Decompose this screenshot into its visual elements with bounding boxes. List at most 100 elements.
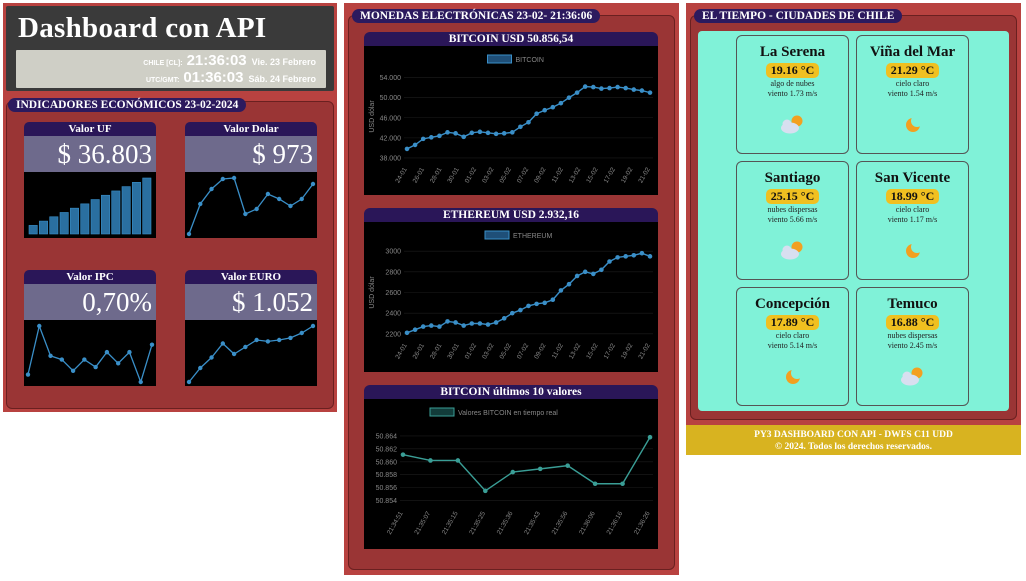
moon-icon	[857, 238, 968, 262]
uf-card: Valor UF $ 36.803	[24, 122, 156, 238]
chart-series-line	[406, 252, 651, 334]
city-card-santiago: Santiago 25.15 °C nubes dispersas viento…	[736, 161, 849, 280]
utc-clock: UTC/GMT: 01:36:03 Sáb. 24 Febrero	[146, 69, 316, 86]
chart-point	[477, 321, 483, 326]
chart-bar	[121, 186, 131, 235]
chart-bar	[142, 177, 152, 235]
x-tick-label: 28-01	[429, 166, 444, 184]
x-tick-label: 19-02	[620, 166, 635, 184]
chart-point	[510, 469, 516, 475]
y-tick-label: 42.000	[380, 135, 402, 142]
y-tick-label: 50.856	[376, 485, 398, 492]
y-tick-label: 2200	[385, 331, 401, 338]
footer: PY3 DASHBOARD CON API - DWFS C11 UDD © 2…	[686, 425, 1021, 455]
x-tick-label: 15-02	[585, 166, 600, 184]
chart-point	[243, 344, 248, 350]
moon-glyph	[905, 241, 923, 258]
x-tick-label: 21:35:07	[413, 510, 432, 536]
chart-point	[558, 288, 564, 293]
x-tick-label: 19-02	[620, 342, 635, 360]
chart-point	[599, 86, 604, 91]
chart-point	[461, 323, 466, 328]
x-tick-label: 21:35:56	[551, 510, 570, 536]
x-tick-label: 05-02	[499, 342, 514, 360]
city-desc: cielo claro	[895, 205, 930, 214]
weather-title: EL TIEMPO - CIUDADES DE CHILE	[694, 9, 903, 23]
y-tick-label: 38.000	[380, 155, 402, 162]
city-wind: viento 1.17 m/s	[887, 215, 938, 224]
chart-point	[428, 458, 433, 463]
chart-bar	[39, 220, 48, 235]
bitcoin-realtime-chart-svg: Valores BITCOIN en tiempo real 50.864 50.8…	[376, 407, 653, 536]
chart-point	[209, 355, 214, 360]
chart-point	[412, 327, 418, 332]
moon-cutout	[910, 241, 923, 253]
chart-bar	[28, 225, 38, 235]
city-name: Concepción	[755, 296, 830, 312]
chart-point	[518, 307, 523, 313]
dashboard-header: Dashboard con API CHILE [CL]: 21:36:03 V…	[6, 6, 334, 91]
x-tick-label: 13-02	[568, 166, 583, 184]
x-tick-label: 21:35:15	[441, 510, 460, 536]
chart-point	[591, 271, 596, 277]
cloud-sun-icon	[857, 364, 968, 388]
chart-point	[59, 357, 65, 362]
chart-legend: BITCOIN	[487, 54, 544, 64]
chart-point	[138, 379, 143, 385]
chart-point	[404, 330, 410, 336]
chart-point	[477, 129, 483, 135]
chile-clock: CHILE [CL]: 21:36:03 Vie. 23 Febrero	[143, 52, 316, 69]
chart-point	[265, 339, 271, 344]
chart-point	[534, 111, 539, 117]
chart-point	[647, 90, 653, 95]
moon-icon	[857, 112, 968, 136]
ipc-card: Valor IPC 0,70%	[24, 270, 156, 386]
chart-point	[231, 175, 237, 181]
bitcoin-chart-title: BITCOIN USD 50.856,54	[364, 32, 658, 46]
x-tick-label: 26-01	[412, 342, 427, 360]
x-tick-label: 26-01	[412, 166, 427, 184]
y-tick-label: 2800	[385, 269, 401, 276]
city-name: San Vicente	[874, 170, 951, 186]
euro-card: Valor EURO $ 1.052	[185, 270, 317, 386]
chart-point	[115, 361, 121, 366]
chart-point	[149, 342, 155, 347]
x-tick-label: 03-02	[481, 342, 496, 360]
chart-bar	[101, 194, 110, 235]
chart-point	[445, 130, 450, 135]
ethereum-chart-title: ETHEREUM USD 2.932,16	[364, 208, 658, 222]
dolar-chart	[186, 175, 316, 237]
cloud-shape	[902, 371, 911, 381]
chart-point	[550, 104, 556, 110]
ipc-chart	[25, 323, 155, 385]
chart-point	[537, 466, 543, 472]
chart-point	[574, 273, 580, 279]
chart-point	[485, 322, 491, 327]
cloud-sun-icon	[737, 238, 848, 262]
chart-bar	[111, 190, 121, 235]
city-temp: 19.16 °C	[765, 63, 820, 78]
x-tick-label: 24-01	[394, 342, 409, 360]
y-tick-label: 50.000	[380, 95, 402, 102]
city-desc: nubes dispersas	[767, 205, 818, 214]
chart-series-line	[188, 325, 314, 383]
chart-point	[104, 349, 110, 355]
chart-point	[501, 131, 507, 136]
chart-point	[412, 142, 418, 148]
chart-point	[445, 319, 450, 324]
chart-point	[574, 90, 580, 95]
chart-point	[437, 133, 442, 139]
chart-point	[429, 323, 434, 328]
y-tick-label: 2400	[385, 311, 401, 318]
y-tick-label: 50.862	[376, 446, 398, 453]
bitcoin-realtime-chart: Valores BITCOIN en tiempo real 50.864 50.8…	[364, 399, 658, 549]
chart-point	[254, 337, 259, 343]
chart-series-line	[188, 177, 314, 235]
chart-legend: Valores BITCOIN en tiempo real	[429, 407, 558, 417]
chart-point	[453, 131, 458, 136]
chart-point	[493, 320, 499, 325]
chart-point	[404, 146, 410, 152]
chart-point	[526, 119, 531, 125]
chart-point	[198, 201, 203, 207]
chart-point	[647, 254, 653, 259]
